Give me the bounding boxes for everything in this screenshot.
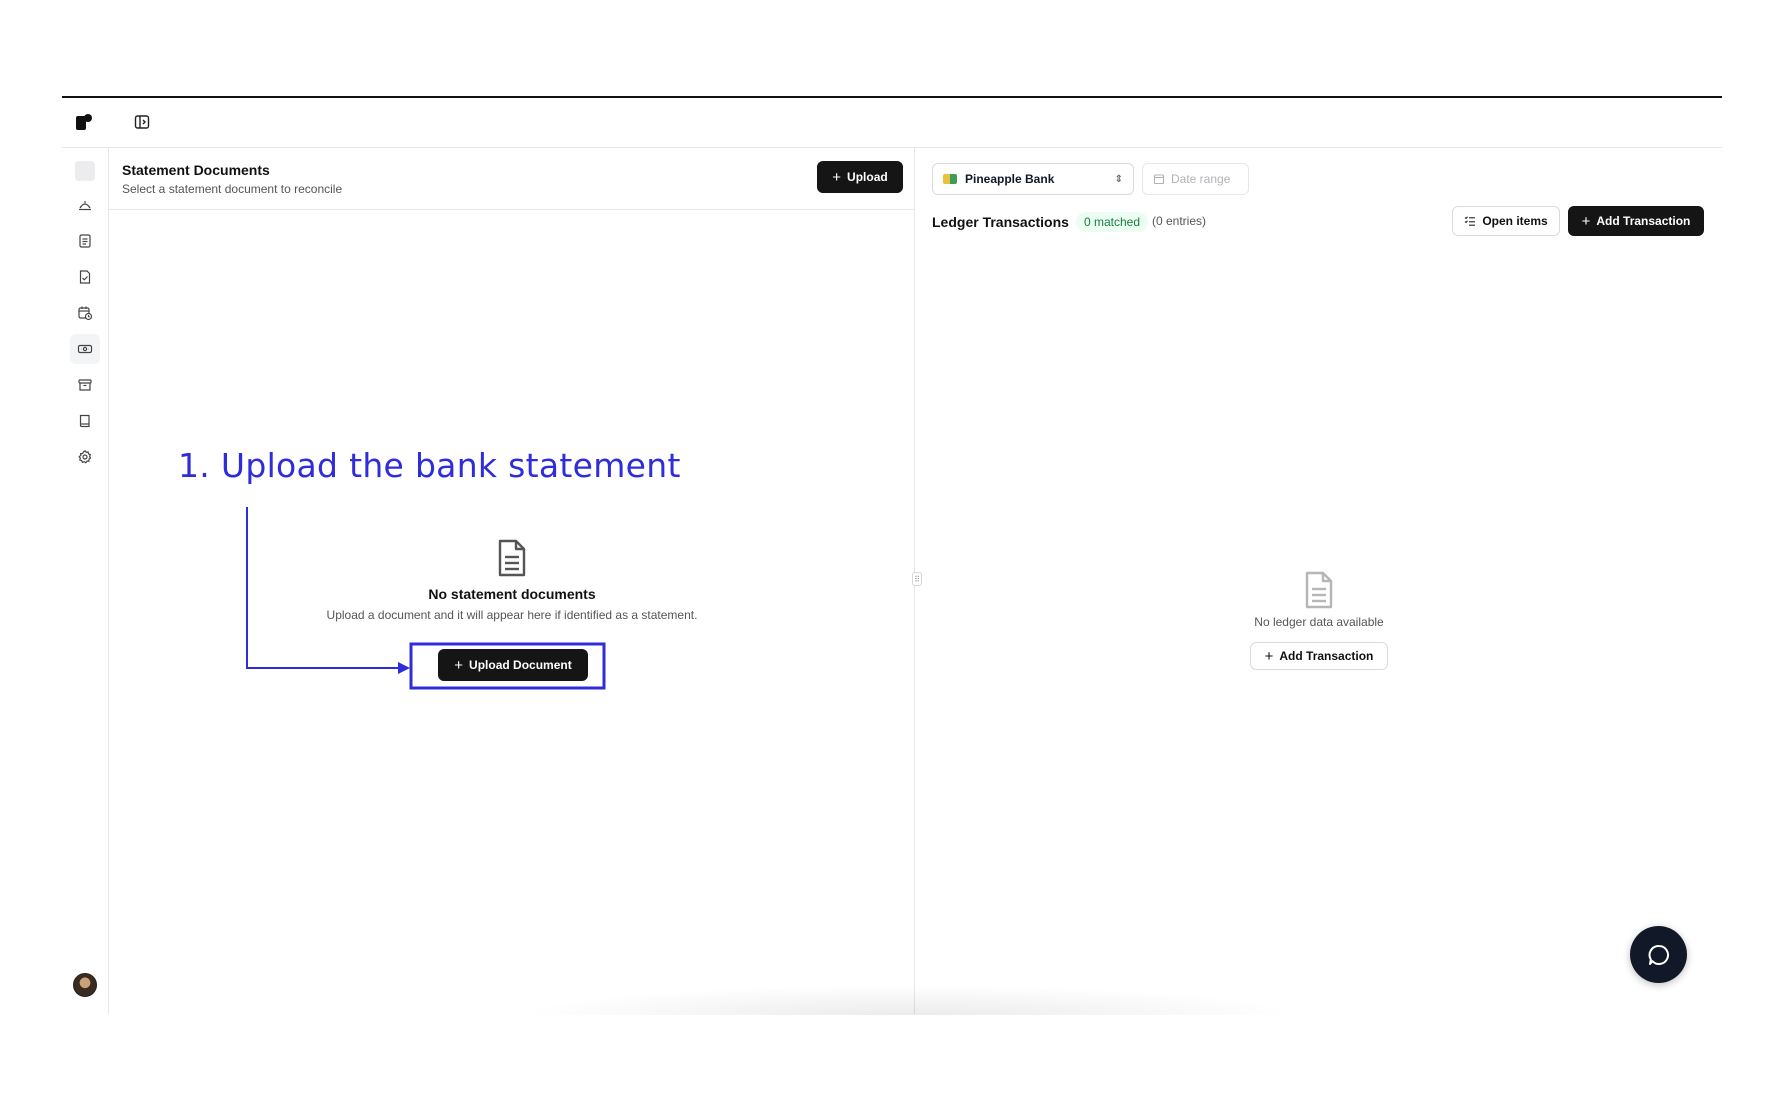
plus-icon: +	[1264, 647, 1274, 665]
bottom-shadow	[520, 985, 1300, 1015]
avatar[interactable]	[73, 973, 97, 997]
add-transaction-button[interactable]: + Add Transaction	[1568, 206, 1704, 236]
matched-badge: 0 matched	[1076, 212, 1149, 232]
open-items-button[interactable]: Open items	[1452, 206, 1560, 236]
bank-logo-icon	[943, 174, 957, 184]
upload-document-button[interactable]: + Upload Document	[438, 649, 588, 681]
app-logo-icon[interactable]	[76, 114, 92, 130]
sidebar-item-document-check[interactable]	[70, 262, 100, 292]
calendar-icon	[1153, 174, 1165, 185]
sidebar-item-book[interactable]	[70, 406, 100, 436]
plus-icon: +	[454, 656, 464, 674]
upload-document-label: Upload Document	[469, 658, 572, 672]
statement-documents-pane: Statement Documents Select a statement d…	[109, 148, 915, 1014]
ledger-pane: Pineapple Bank ⇕ Date range Ledger Trans…	[916, 148, 1722, 1014]
empty-add-transaction-button[interactable]: + Add Transaction	[1250, 642, 1388, 670]
sidebar-item-settings[interactable]	[70, 442, 100, 472]
calendar-clock-icon	[78, 306, 93, 321]
annotation-step-text: 1. Upload the bank statement	[178, 446, 681, 485]
sidebar-item-archive[interactable]	[70, 370, 100, 400]
document-icon	[79, 234, 91, 248]
file-text-icon	[1305, 571, 1333, 609]
document-check-icon	[79, 270, 91, 284]
chat-button[interactable]	[1630, 926, 1687, 983]
sidebar-toggle-icon[interactable]	[132, 112, 152, 132]
sidebar	[62, 148, 109, 1014]
date-range-placeholder: Date range	[1171, 172, 1231, 186]
ledger-empty-description: No ledger data available	[1254, 615, 1384, 629]
sidebar-item-banking[interactable]	[70, 334, 100, 364]
page-subtitle: Select a statement document to reconcile	[122, 182, 343, 196]
sidebar-item-hat[interactable]	[70, 190, 100, 220]
chat-bubble-icon	[1648, 944, 1669, 965]
plus-icon: +	[1581, 212, 1591, 230]
upload-button[interactable]: + Upload	[817, 161, 903, 193]
gear-icon	[78, 449, 92, 464]
file-text-icon	[498, 539, 526, 577]
empty-add-transaction-label: Add Transaction	[1279, 649, 1374, 663]
add-transaction-label: Add Transaction	[1596, 214, 1691, 228]
banknote-icon	[77, 344, 93, 354]
hat-icon	[79, 201, 91, 211]
app-window: Statement Documents Select a statement d…	[62, 96, 1722, 1014]
open-items-label: Open items	[1482, 214, 1548, 228]
book-icon	[79, 414, 90, 428]
sidebar-item-placeholder[interactable]	[70, 156, 100, 186]
archive-icon	[78, 379, 92, 391]
placeholder-square	[75, 161, 95, 181]
page-title: Statement Documents	[122, 162, 270, 178]
chevron-up-down-icon: ⇕	[1114, 173, 1123, 185]
bank-select-value: Pineapple Bank	[965, 172, 1055, 186]
date-range-picker[interactable]: Date range	[1142, 163, 1249, 195]
checklist-icon	[1464, 216, 1476, 226]
entries-count: (0 entries)	[1152, 214, 1207, 228]
bank-select[interactable]: Pineapple Bank ⇕	[932, 163, 1134, 195]
sidebar-item-calendar[interactable]	[70, 298, 100, 328]
empty-state-title: No statement documents	[428, 586, 596, 602]
sidebar-item-documents[interactable]	[70, 226, 100, 256]
top-bar	[62, 98, 1722, 148]
ledger-title: Ledger Transactions	[932, 214, 1069, 230]
upload-button-label: Upload	[847, 170, 888, 184]
empty-state-description: Upload a document and it will appear her…	[326, 608, 698, 622]
plus-icon: +	[832, 168, 842, 186]
statement-documents-header: Statement Documents Select a statement d…	[109, 148, 914, 210]
